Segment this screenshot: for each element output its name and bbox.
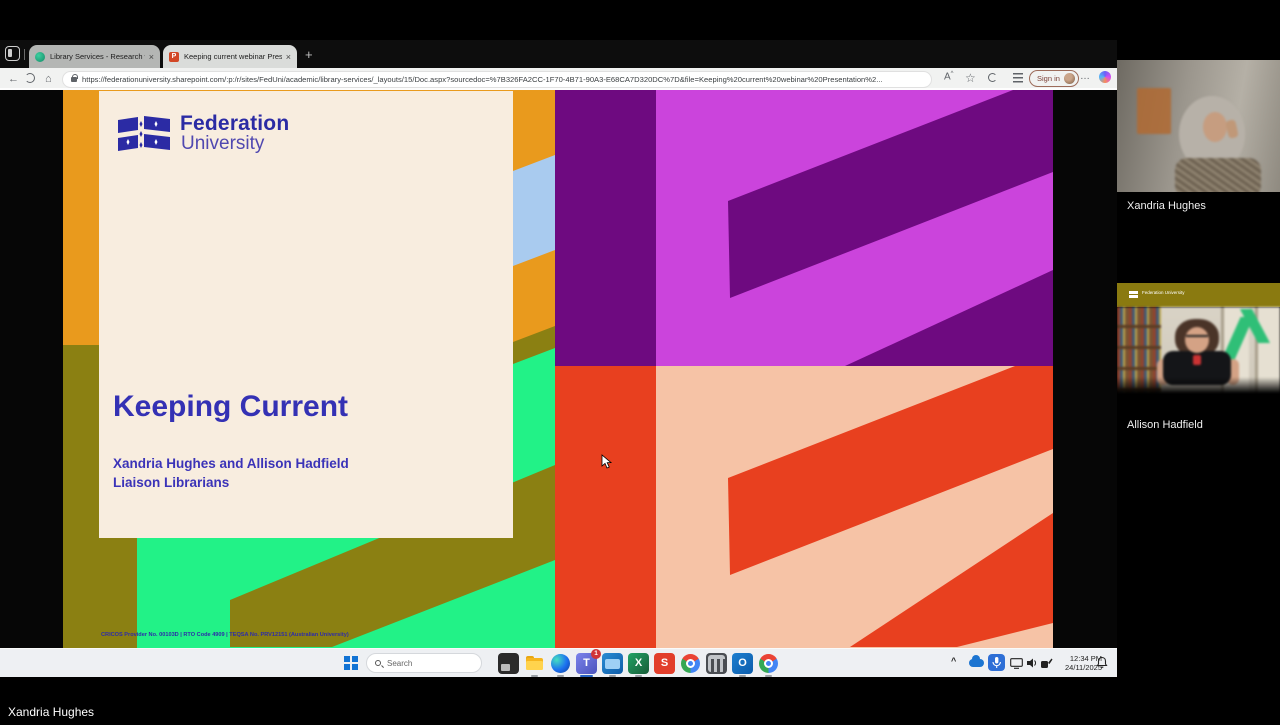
calculator-icon[interactable] xyxy=(706,653,727,674)
excel-icon[interactable]: X xyxy=(628,653,649,674)
search-placeholder: Search xyxy=(387,658,413,668)
pen-input-icon[interactable] xyxy=(1040,657,1053,669)
tab-title: Keeping current webinar Present... xyxy=(184,52,282,61)
browser-tab-strip: Library Services - Research webi... × P … xyxy=(0,40,1117,98)
new-tab-button[interactable]: + xyxy=(305,48,313,61)
logo-wordmark-line2: University xyxy=(181,133,265,154)
participant-torso xyxy=(1175,158,1261,192)
slide-subtitle-role: Liaison Librarians xyxy=(113,475,230,490)
participant-face xyxy=(1185,327,1209,353)
lock-icon xyxy=(71,73,78,82)
display-cast-icon[interactable] xyxy=(1010,658,1023,669)
browser-tab-library-services[interactable]: Library Services - Research webi... × xyxy=(29,45,160,68)
back-button[interactable]: ← xyxy=(8,72,19,86)
slide-canvas[interactable]: Federation University Keeping Current Xa… xyxy=(63,90,1053,648)
home-button[interactable]: ⌂ xyxy=(45,72,52,86)
outlook-classic-icon[interactable]: O xyxy=(732,653,753,674)
video-tile-xandria[interactable] xyxy=(1117,60,1280,192)
participant-glasses xyxy=(1186,335,1208,340)
tab-close-icon[interactable]: × xyxy=(286,52,291,62)
tab-title: Library Services - Research webi... xyxy=(50,52,145,61)
video-bottom-fade xyxy=(1117,377,1280,395)
search-icon xyxy=(375,660,381,666)
taskbar-search-box[interactable]: Search xyxy=(366,653,482,673)
running-indicator xyxy=(531,675,538,677)
wall-picture xyxy=(1137,88,1171,134)
file-explorer-icon[interactable] xyxy=(524,653,545,674)
video-frame xyxy=(1117,60,1280,192)
tab-actions-icon[interactable] xyxy=(5,46,20,61)
sign-in-label: Sign in xyxy=(1037,74,1060,83)
powerpoint-favicon-icon: P xyxy=(169,51,179,62)
tab-close-icon[interactable]: × xyxy=(149,52,154,62)
chrome-profile-icon[interactable] xyxy=(758,653,779,674)
collections-icon[interactable] xyxy=(1013,73,1023,83)
slide-footer-cricos: CRICOS Provider No. 00103D | RTO Code 49… xyxy=(101,632,349,638)
tray-chevron-icon[interactable]: ^ xyxy=(951,656,956,666)
branded-banner: Federation University xyxy=(1117,283,1280,307)
address-bar[interactable]: https://federationuniversity.sharepoint.… xyxy=(62,70,932,88)
mini-federation-logo-text: Federation University xyxy=(1142,290,1185,295)
tab-divider xyxy=(24,49,25,60)
video-frame xyxy=(1117,307,1280,395)
speaker-icon[interactable] xyxy=(1026,657,1038,669)
sign-in-button[interactable]: Sign in xyxy=(1029,70,1079,87)
teams-notification-badge: 1 xyxy=(591,649,601,659)
browser-more-menu[interactable]: … xyxy=(1080,71,1090,82)
participant-lanyard xyxy=(1193,355,1201,365)
mic-glyph xyxy=(992,657,1001,668)
running-indicator xyxy=(609,675,616,677)
federation-university-logo-icon xyxy=(118,116,170,151)
video-tile-allison[interactable]: Federation University xyxy=(1117,283,1280,395)
participant-face xyxy=(1203,112,1227,142)
teams-icon[interactable]: T 1 xyxy=(576,649,601,674)
library-services-favicon-icon xyxy=(35,51,45,62)
participant-name-label: Xandria Hughes xyxy=(1127,200,1206,212)
slide-title: Keeping Current xyxy=(113,390,349,423)
running-indicator xyxy=(765,675,772,677)
browser-tab-keeping-current[interactable]: P Keeping current webinar Present... × xyxy=(163,45,297,68)
slide-background-shapes xyxy=(63,90,1053,648)
pinned-app-dark-window-icon[interactable] xyxy=(498,653,519,674)
profile-avatar xyxy=(1063,73,1075,84)
refresh-button[interactable] xyxy=(25,73,35,83)
favorite-star-icon[interactable]: ☆ xyxy=(965,71,976,85)
participant-name-label: Allison Hadfield xyxy=(1127,419,1203,431)
browser-essentials-icon[interactable] xyxy=(988,73,997,82)
notification-bell-icon[interactable] xyxy=(1096,656,1108,669)
browser-content-area: Federation University Keeping Current Xa… xyxy=(0,90,1117,648)
edge-browser-icon[interactable] xyxy=(550,653,571,674)
slide-subtitle-authors: Xandria Hughes and Allison Hadfield xyxy=(113,456,349,471)
running-indicator xyxy=(557,675,564,677)
running-indicator-active xyxy=(580,675,593,677)
start-button-icon[interactable] xyxy=(344,656,358,670)
mini-federation-logo-icon xyxy=(1129,291,1138,299)
presenter-name-overlay: Xandria Hughes xyxy=(8,705,95,719)
snagit-icon[interactable]: S xyxy=(654,653,675,674)
url-text: https://federationuniversity.sharepoint.… xyxy=(82,74,883,84)
running-indicator xyxy=(739,675,746,677)
running-indicator xyxy=(635,675,642,677)
chrome-icon[interactable] xyxy=(680,653,701,674)
copilot-icon[interactable] xyxy=(1099,71,1111,83)
onedrive-icon[interactable] xyxy=(969,655,984,667)
read-aloud-button[interactable]: A^ xyxy=(944,71,954,82)
microphone-active-icon[interactable] xyxy=(988,654,1005,671)
teams-meeting-window: Library Services - Research webi... × P … xyxy=(0,0,1280,725)
mouse-cursor xyxy=(601,454,613,469)
outlook-new-icon[interactable] xyxy=(602,653,623,674)
